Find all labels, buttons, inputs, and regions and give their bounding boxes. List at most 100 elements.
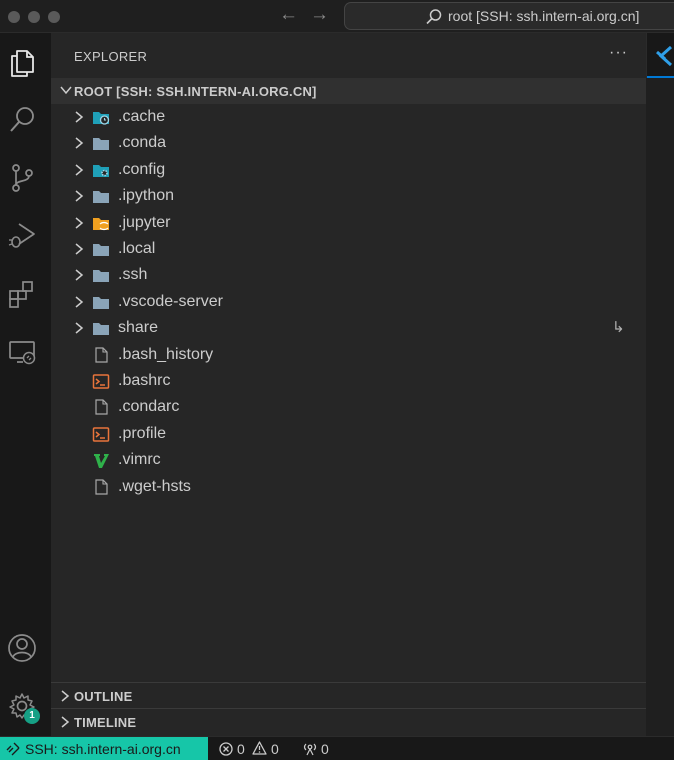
explorer-activity-button[interactable] <box>5 46 39 80</box>
status-bar: SSH: ssh.intern-ai.org.cn 0 0 0 <box>0 736 674 760</box>
workspace-root-header[interactable]: ROOT [SSH: SSH.INTERN-AI.ORG.CN] <box>51 78 646 104</box>
tree-item-label: share <box>118 319 159 336</box>
search-icon <box>426 9 442 25</box>
file-row[interactable]: .vimrc <box>51 447 646 473</box>
tree-item-label: .wget-hsts <box>118 478 191 495</box>
tree-item-label: .cache <box>118 108 166 125</box>
vim-icon <box>94 454 109 468</box>
folder-row[interactable]: .config <box>51 157 646 183</box>
extensions-icon <box>9 281 33 308</box>
command-center-label: root [SSH: ssh.intern-ai.org.cn] <box>448 8 640 24</box>
remote-indicator[interactable]: SSH: ssh.intern-ai.org.cn <box>0 737 208 760</box>
title-bar: ← → root [SSH: ssh.intern-ai.org.cn] <box>0 0 674 33</box>
chevron-right-icon <box>61 690 70 702</box>
editor-tab-strip[interactable] <box>646 33 674 78</box>
warning-icon <box>252 741 267 755</box>
remote-explorer-activity-button[interactable] <box>5 335 39 369</box>
file-icon <box>95 347 108 363</box>
folder-row[interactable]: .ssh <box>51 262 646 288</box>
account-icon <box>8 634 36 662</box>
source-control-activity-button[interactable] <box>5 161 39 195</box>
folder-cache-icon <box>93 112 110 125</box>
folder-icon <box>93 191 109 203</box>
remote-label: SSH: ssh.intern-ai.org.cn <box>25 741 181 757</box>
close-window-button[interactable] <box>8 11 20 23</box>
tree-item-label: .ipython <box>118 187 175 204</box>
chevron-down-icon <box>60 86 72 95</box>
file-icon <box>95 479 108 495</box>
file-row[interactable]: .profile <box>51 421 646 447</box>
accounts-activity-button[interactable] <box>5 631 39 665</box>
ports-icon <box>303 743 317 756</box>
minimize-window-button[interactable] <box>28 11 40 23</box>
tree-item-label: .ssh <box>118 266 148 283</box>
folder-icon <box>93 138 109 150</box>
chevron-right-icon[interactable] <box>73 321 85 335</box>
chevron-right-icon[interactable] <box>73 242 85 256</box>
folder-row[interactable]: .jupyter <box>51 210 646 236</box>
terminal-file-icon <box>92 427 110 442</box>
symlink-icon: ↳ <box>612 319 625 336</box>
chevron-right-icon[interactable] <box>73 216 85 230</box>
forward-arrow-icon[interactable]: → <box>310 5 329 25</box>
ports-count[interactable]: 0 <box>321 741 329 757</box>
file-row[interactable]: .bashrc <box>51 368 646 394</box>
folder-row[interactable]: .conda <box>51 130 646 156</box>
chevron-right-icon[interactable] <box>73 189 85 203</box>
extensions-activity-button[interactable] <box>5 277 39 311</box>
error-count[interactable]: 0 <box>237 741 245 757</box>
outline-label: OUTLINE <box>74 689 133 704</box>
chevron-right-icon[interactable] <box>73 136 85 150</box>
tree-item-label: .vimrc <box>118 451 161 468</box>
timeline-section-header[interactable]: TIMELINE <box>51 708 646 734</box>
file-row[interactable]: .condarc <box>51 394 646 420</box>
tree-item-label: .vscode-server <box>118 293 223 310</box>
folder-row[interactable]: share ↳ <box>51 315 646 341</box>
workspace-root-label: ROOT [SSH: SSH.INTERN-AI.ORG.CN] <box>74 84 317 99</box>
error-icon <box>219 742 233 756</box>
outline-section-header[interactable]: OUTLINE <box>51 682 646 708</box>
remote-connection-icon <box>6 742 20 756</box>
file-row[interactable]: .wget-hsts <box>51 474 646 500</box>
editor-area <box>646 33 674 736</box>
folder-row[interactable]: .cache <box>51 104 646 130</box>
chevron-right-icon <box>61 716 70 728</box>
tree-item-label: .config <box>118 161 166 178</box>
run-debug-icon <box>8 223 35 248</box>
explorer-sidebar: EXPLORER ··· ROOT [SSH: SSH.INTERN-AI.OR… <box>51 33 646 736</box>
active-tab-indicator <box>647 76 674 78</box>
warning-count[interactable]: 0 <box>271 741 279 757</box>
files-icon <box>11 50 34 77</box>
folder-row[interactable]: .vscode-server <box>51 289 646 315</box>
chevron-right-icon[interactable] <box>73 268 85 282</box>
run-debug-activity-button[interactable] <box>5 218 39 252</box>
folder-row[interactable]: .local <box>51 236 646 262</box>
terminal-file-icon <box>92 374 110 389</box>
tree-item-label: .conda <box>118 134 167 151</box>
source-control-icon <box>12 164 33 192</box>
timeline-label: TIMELINE <box>74 715 137 730</box>
explorer-title: EXPLORER <box>74 49 148 64</box>
search-activity-button[interactable] <box>5 103 39 137</box>
folder-icon <box>93 244 109 256</box>
accounts-badge: 1 <box>24 708 40 724</box>
file-row[interactable]: .bash_history <box>51 342 646 368</box>
chevron-right-icon[interactable] <box>73 163 85 177</box>
command-center-search[interactable]: root [SSH: ssh.intern-ai.org.cn] <box>344 2 674 30</box>
file-icon <box>95 399 108 415</box>
more-actions-button[interactable]: ··· <box>609 44 628 62</box>
search-icon <box>10 107 34 132</box>
chevron-right-icon[interactable] <box>73 295 85 309</box>
maximize-window-button[interactable] <box>48 11 60 23</box>
folder-jupyter-icon <box>93 218 109 231</box>
back-arrow-icon[interactable]: ← <box>279 5 298 25</box>
tree-item-label: .local <box>118 240 156 257</box>
folder-row[interactable]: .ipython <box>51 183 646 209</box>
folder-config-icon <box>93 165 109 177</box>
chevron-right-icon[interactable] <box>73 110 85 124</box>
folder-icon <box>93 270 109 282</box>
remote-explorer-icon <box>9 341 36 365</box>
explorer-header: EXPLORER ··· <box>51 33 646 78</box>
tree-item-label: .bashrc <box>118 372 171 389</box>
folder-icon <box>93 323 109 335</box>
